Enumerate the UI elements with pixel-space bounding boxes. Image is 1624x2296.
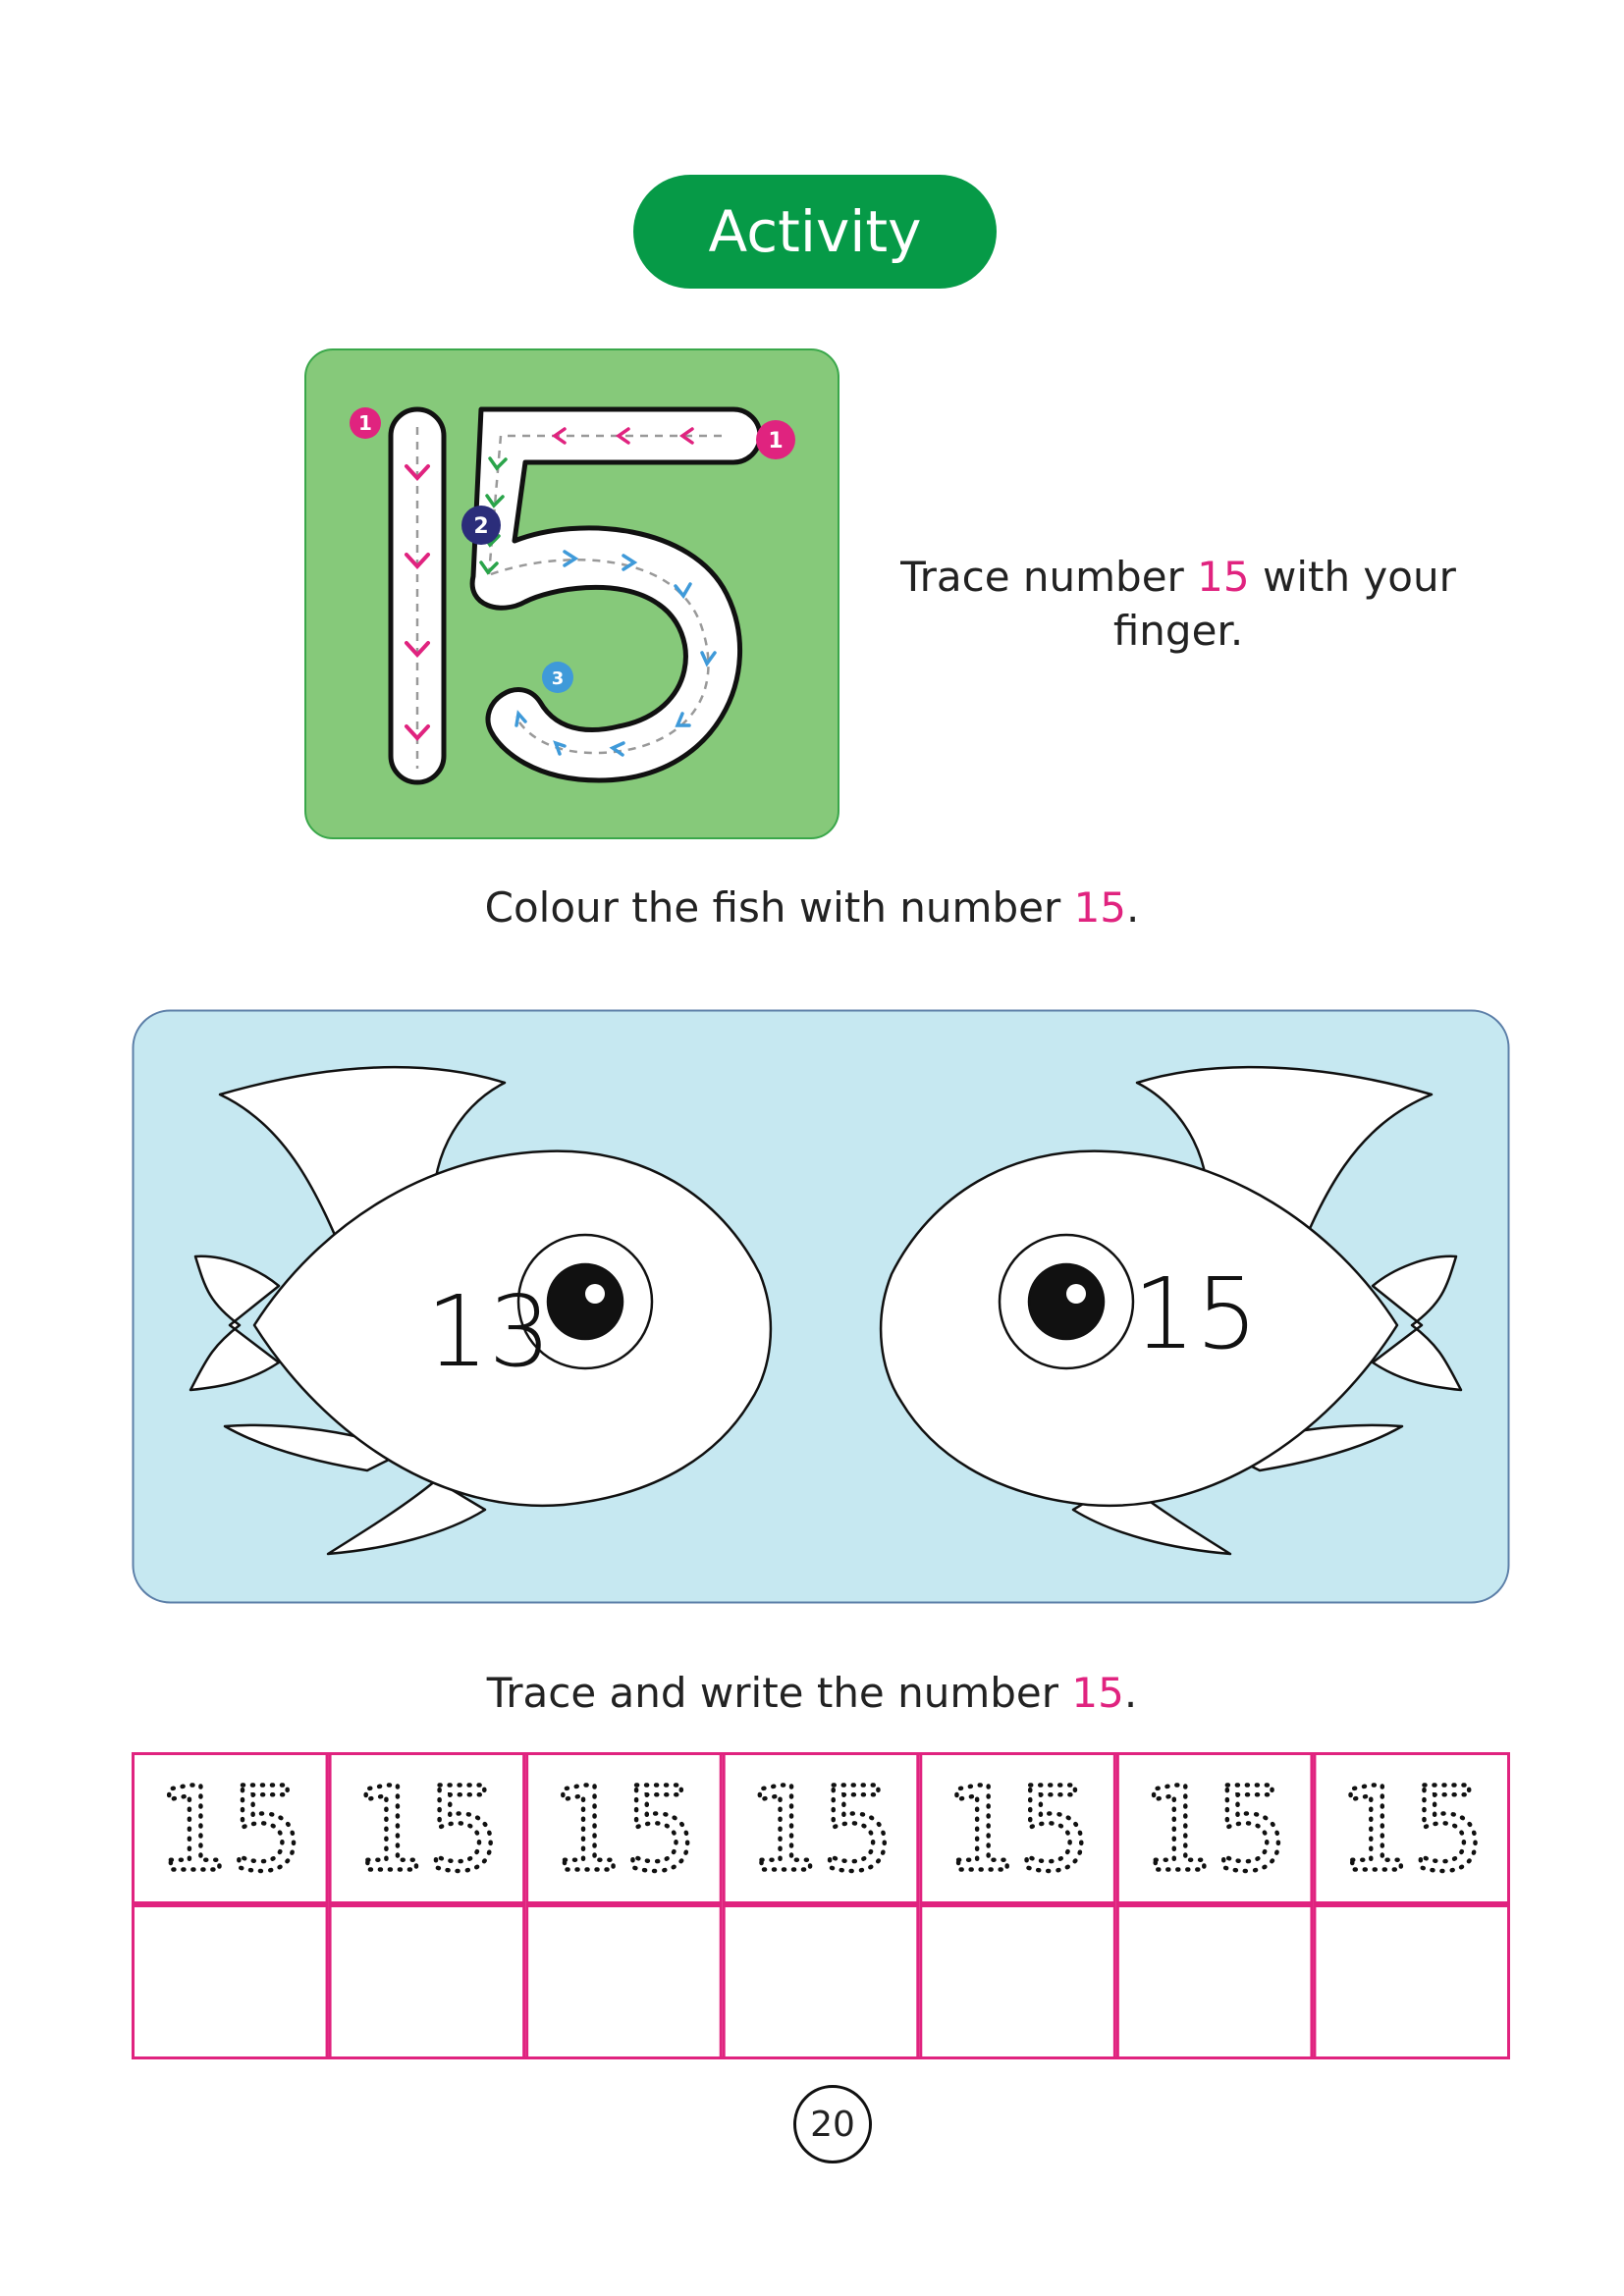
write-cell[interactable] xyxy=(328,1904,526,2059)
write-cell[interactable] xyxy=(1313,1904,1510,2059)
dotted-trace-number: 15 xyxy=(156,1762,303,1897)
trace-number-card: 1 2 3 1 xyxy=(304,348,839,839)
write-cell[interactable] xyxy=(1115,1904,1314,2059)
colour-instruction: Colour the fish with number 15. xyxy=(484,883,1140,932)
stroke-badge-2: 2 xyxy=(461,506,501,545)
write-cell[interactable] xyxy=(722,1904,920,2059)
dotted-trace-number: 15 xyxy=(1338,1762,1486,1897)
stroke-badge-1a: 1 xyxy=(350,407,381,439)
svg-text:3: 3 xyxy=(552,668,565,689)
svg-text:2: 2 xyxy=(473,514,488,539)
write-cell[interactable] xyxy=(919,1904,1116,2059)
dotted-trace-number: 15 xyxy=(1141,1762,1288,1897)
dotted-trace-number: 15 xyxy=(550,1762,697,1897)
page-number: 20 xyxy=(793,2085,872,2163)
svg-text:1: 1 xyxy=(768,429,783,454)
fish-panel: 13 15 xyxy=(132,1009,1510,1604)
svg-text:1: 1 xyxy=(358,411,372,435)
activity-title-text: Activity xyxy=(708,198,922,265)
write-cell[interactable] xyxy=(132,1904,329,2059)
write-instruction: Trace and write the number 15. xyxy=(486,1669,1138,1717)
dotted-trace-number: 15 xyxy=(353,1762,501,1897)
stroke-badge-1b: 1 xyxy=(756,420,795,459)
dotted-trace-number: 15 xyxy=(747,1762,894,1897)
stroke-badge-3: 3 xyxy=(542,662,573,693)
activity-title: Activity xyxy=(633,175,997,289)
trace-instruction: Trace number 15 with your finger. xyxy=(900,553,1456,655)
dotted-trace-number: 15 xyxy=(944,1762,1091,1897)
fish-left-number: 13 xyxy=(426,1274,552,1389)
trace-write-grid: 15 15 15 15 15 15 15 xyxy=(132,1752,1510,2059)
fish-right-number: 15 xyxy=(1133,1256,1259,1371)
write-cell[interactable] xyxy=(525,1904,723,2059)
